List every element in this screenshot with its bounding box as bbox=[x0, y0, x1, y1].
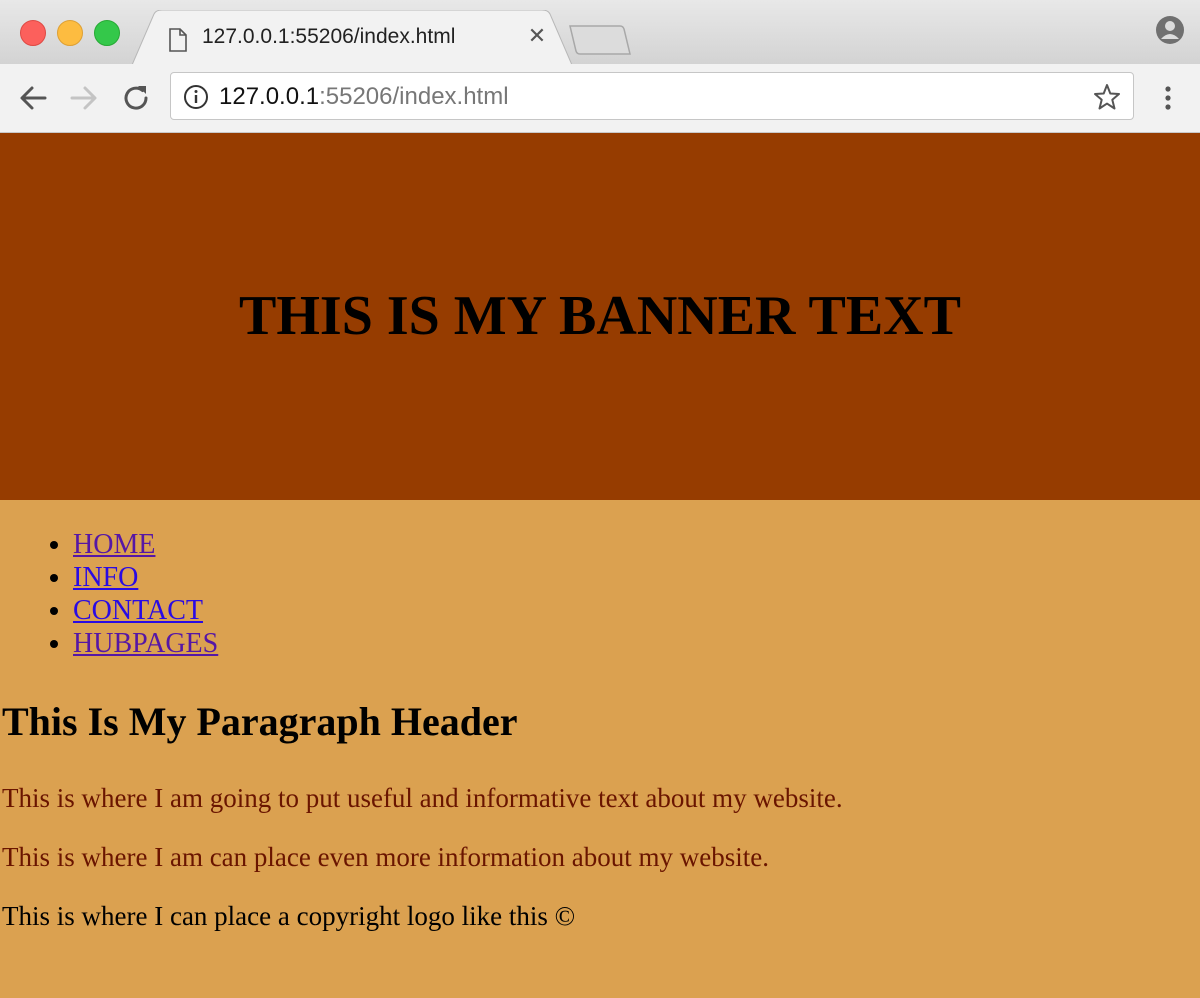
nav-link-hubpages[interactable]: HUBPAGES bbox=[73, 628, 218, 659]
page-icon bbox=[169, 28, 187, 52]
banner-text: THIS IS MY BANNER TEXT bbox=[239, 285, 961, 347]
info-icon[interactable] bbox=[183, 84, 209, 110]
url-host: 127.0.0.1 bbox=[219, 83, 320, 110]
nav-link-info[interactable]: INFO bbox=[73, 562, 138, 593]
browser-toolbar: 127.0.0.1:55206/index.html bbox=[0, 64, 1200, 133]
nav-item-hubpages: HUBPAGES bbox=[73, 627, 1200, 660]
nav-item-info: INFO bbox=[73, 561, 1200, 594]
star-icon[interactable] bbox=[1093, 83, 1121, 111]
tab-title: 127.0.0.1:55206/index.html bbox=[202, 25, 456, 48]
paragraph-header: This Is My Paragraph Header bbox=[2, 699, 518, 744]
menu-icon[interactable] bbox=[1156, 86, 1180, 112]
url-text: 127.0.0.1:55206/index.html bbox=[219, 83, 509, 111]
forward-icon[interactable] bbox=[68, 82, 100, 114]
close-icon[interactable]: ✕ bbox=[524, 24, 550, 50]
paragraph-1: This is where I am going to put useful a… bbox=[2, 783, 843, 813]
browser-chrome: 127.0.0.1:55206/index.html ✕ 127.0.0.1:5… bbox=[0, 0, 1200, 133]
window-minimize-button[interactable] bbox=[57, 20, 83, 46]
new-tab-button[interactable] bbox=[568, 24, 632, 56]
paragraph-copyright: This is where I can place a copyright lo… bbox=[2, 901, 576, 931]
nav-link-home[interactable]: HOME bbox=[73, 529, 155, 560]
nav-link-contact[interactable]: CONTACT bbox=[73, 595, 203, 626]
url-path: :55206/index.html bbox=[319, 83, 509, 110]
window-maximize-button[interactable] bbox=[94, 20, 120, 46]
reload-icon[interactable] bbox=[120, 82, 152, 114]
profile-icon[interactable] bbox=[1154, 14, 1186, 46]
browser-tab[interactable]: 127.0.0.1:55206/index.html ✕ bbox=[132, 10, 572, 66]
nav-item-home: HOME bbox=[73, 528, 1200, 561]
back-icon[interactable] bbox=[17, 82, 49, 114]
address-bar[interactable]: 127.0.0.1:55206/index.html bbox=[170, 72, 1134, 120]
window-close-button[interactable] bbox=[20, 20, 46, 46]
paragraph-2: This is where I am can place even more i… bbox=[2, 842, 769, 872]
banner: THIS IS MY BANNER TEXT bbox=[0, 132, 1200, 500]
nav-item-contact: CONTACT bbox=[73, 594, 1200, 627]
tab-strip: 127.0.0.1:55206/index.html ✕ bbox=[0, 0, 1200, 66]
nav-list: HOME INFO CONTACT HUBPAGES bbox=[0, 500, 1200, 660]
